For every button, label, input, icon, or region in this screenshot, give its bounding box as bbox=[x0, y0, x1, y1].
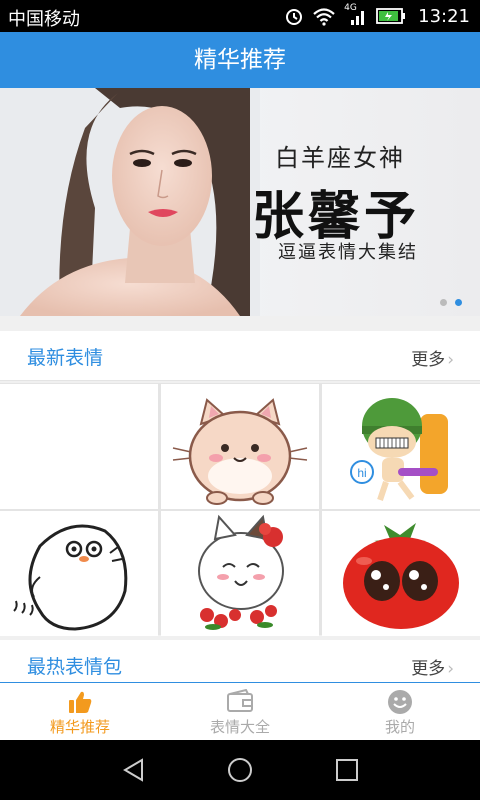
section-hot-header: 最热表情包 更多 › bbox=[0, 640, 480, 682]
more-label: 更多 bbox=[411, 350, 446, 370]
tab-all-stickers[interactable]: 表情大全 bbox=[160, 683, 320, 740]
more-link-hot[interactable]: 更多 › bbox=[411, 654, 454, 679]
banner-carousel[interactable]: 白羊座女神 张馨予 逗逼表情大集结 bbox=[0, 88, 480, 316]
banner-caption-bottom: 逗逼表情大集结 bbox=[278, 242, 418, 263]
carousel-dot-active[interactable] bbox=[455, 299, 462, 306]
status-bar: 中国移动 4G 13:21 bbox=[0, 0, 480, 32]
signal-4g: 4G bbox=[344, 3, 368, 26]
sticker-cell-helmet-boy[interactable]: hi bbox=[322, 384, 480, 509]
home-icon[interactable] bbox=[226, 757, 254, 783]
folder-icon bbox=[227, 689, 253, 712]
status-icons: 4G 13:21 bbox=[284, 3, 470, 28]
cream-cat-sticker bbox=[172, 398, 308, 505]
tomato-sticker bbox=[343, 523, 459, 629]
carousel-indicator bbox=[440, 299, 462, 306]
battery-icon bbox=[376, 8, 406, 24]
bottom-tab-bar: 精华推荐 表情大全 我的 bbox=[0, 682, 480, 740]
sticker-cell-blank[interactable] bbox=[0, 384, 158, 509]
chevron-right-icon: › bbox=[447, 350, 454, 370]
wifi-icon bbox=[313, 8, 335, 26]
helmet-boy-sticker: hi bbox=[350, 398, 448, 501]
sticker-cell-tomato[interactable] bbox=[322, 511, 480, 636]
tab-label: 表情大全 bbox=[209, 718, 270, 736]
page-title: 精华推荐 bbox=[194, 47, 286, 73]
chevron-right-icon: › bbox=[447, 659, 454, 679]
sticker-grid: hi bbox=[0, 383, 480, 636]
carousel-dot[interactable] bbox=[440, 299, 447, 306]
white-cat-sticker bbox=[198, 514, 284, 630]
main-content[interactable]: 白羊座女神 张馨予 逗逼表情大集结 最新表情 更多 › hi 最热表情包 更多 … bbox=[0, 88, 480, 682]
section-title-hot: 最热表情包 bbox=[27, 656, 123, 678]
sticker-cell-cream-cat[interactable] bbox=[161, 384, 319, 509]
tab-label: 精华推荐 bbox=[49, 718, 110, 736]
section-latest-header: 最新表情 更多 › bbox=[0, 331, 480, 381]
banner-portrait-image bbox=[0, 88, 260, 316]
signal-icon bbox=[351, 11, 365, 25]
sticker-cell-round-seal[interactable] bbox=[0, 511, 158, 636]
recents-icon[interactable] bbox=[334, 757, 360, 783]
hi-badge-text: hi bbox=[357, 466, 366, 480]
alarm-icon bbox=[286, 9, 303, 25]
more-link-latest[interactable]: 更多 › bbox=[411, 345, 454, 370]
tab-mine[interactable]: 我的 bbox=[320, 683, 480, 740]
carrier-label: 中国移动 bbox=[8, 9, 80, 30]
tab-label: 我的 bbox=[384, 718, 415, 736]
clock: 13:21 bbox=[418, 5, 470, 27]
back-icon[interactable] bbox=[120, 757, 148, 783]
system-nav-bar bbox=[0, 740, 480, 800]
thumbs-up-icon bbox=[69, 691, 92, 713]
section-title-latest: 最新表情 bbox=[27, 347, 104, 369]
tab-featured[interactable]: 精华推荐 bbox=[0, 683, 160, 740]
round-seal-sticker bbox=[13, 524, 128, 631]
banner-caption-top: 白羊座女神 bbox=[275, 144, 405, 172]
more-label: 更多 bbox=[411, 659, 446, 679]
sticker-cell-white-cat[interactable] bbox=[161, 511, 319, 636]
smiley-icon bbox=[388, 690, 412, 714]
title-bar: 精华推荐 bbox=[0, 32, 480, 88]
